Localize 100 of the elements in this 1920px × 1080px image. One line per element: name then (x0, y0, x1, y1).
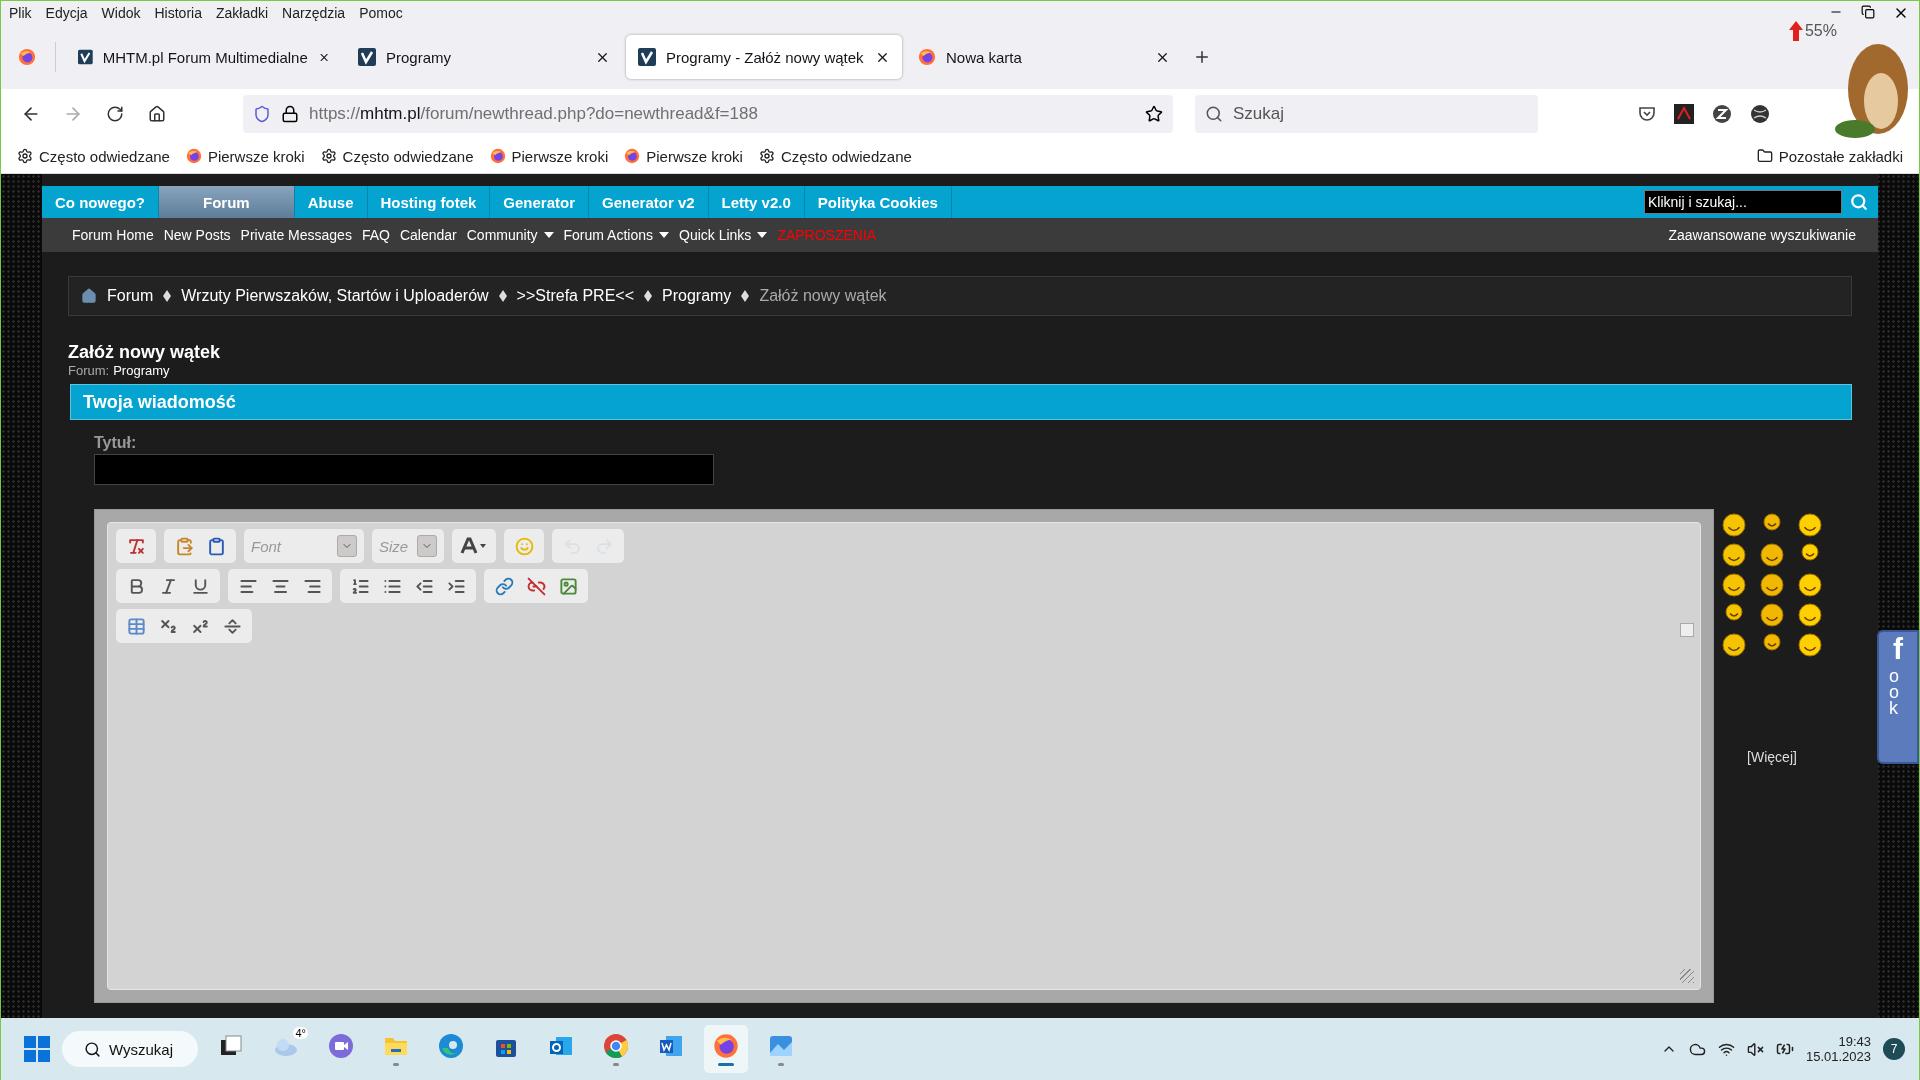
search-icon[interactable] (1850, 193, 1868, 211)
browser-tab[interactable]: Programy - Załóż nowy wątek (626, 35, 902, 79)
bookmark-item[interactable]: Często odwiedzane (17, 147, 170, 165)
firefox-icon (489, 148, 506, 164)
edge-icon (438, 1032, 464, 1059)
facebook-widget[interactable]: f ook (1877, 630, 1919, 764)
menu-item[interactable]: Widok (101, 5, 141, 21)
gear-icon (758, 148, 775, 164)
breadcrumb-link[interactable]: Forum (107, 287, 154, 305)
bookmark-item[interactable]: Pierwsze kroki (185, 147, 305, 165)
title-input-field[interactable] (94, 454, 714, 485)
smiley-icon (514, 536, 534, 556)
sub-nav-link[interactable]: Private Messages (240, 227, 352, 243)
smiley-icon[interactable] (1725, 603, 1743, 621)
browser-tab[interactable]: MHTM.pl Forum Multimedialne (66, 35, 342, 79)
sub-nav-link[interactable]: Calendar (399, 227, 457, 243)
new-tab-icon[interactable] (1193, 48, 1211, 66)
smiley-icon[interactable] (1722, 573, 1746, 597)
globe-icon[interactable] (1750, 104, 1770, 124)
sub-nav-link[interactable]: Forum Actions (563, 227, 669, 243)
firefox-icon (185, 148, 202, 164)
more-smilies-link[interactable]: [Więcej] (1747, 749, 1797, 765)
bookmark-item[interactable]: Często odwiedzane (758, 147, 912, 165)
smiley-icon[interactable] (1722, 633, 1746, 657)
smiley-icon[interactable] (1760, 573, 1784, 597)
separator-icon (644, 290, 652, 302)
firefox-icon (918, 48, 936, 66)
lock-icon[interactable] (281, 105, 299, 123)
video-chat-icon (328, 1032, 354, 1059)
sub-nav-link[interactable]: Community (466, 227, 554, 243)
bookmark-item[interactable]: Pierwsze kroki (489, 147, 609, 165)
table-icon (126, 616, 146, 636)
smiley-icon[interactable] (1722, 513, 1746, 537)
gear-icon (17, 148, 33, 164)
chrome-icon (603, 1032, 629, 1059)
percentage-text: 55% (1804, 22, 1837, 40)
bookmark-item[interactable]: Pierwsze kroki (624, 147, 743, 165)
title-label: Tytuł: (94, 434, 138, 452)
menu-item[interactable]: Zakładki (215, 5, 269, 21)
forum-name-link[interactable]: Programy (113, 363, 170, 378)
paste-icon (174, 536, 194, 556)
horizontal-rule-icon (222, 616, 242, 636)
arrow-up-icon (1788, 21, 1803, 41)
shield-icon[interactable] (253, 105, 271, 123)
separator-icon (741, 290, 750, 302)
firefox-icon (713, 1032, 739, 1059)
smiley-icon[interactable] (1801, 543, 1819, 561)
sub-nav-link[interactable]: Forum Home (72, 227, 154, 243)
browser-tab[interactable]: Programy (346, 35, 622, 79)
smiley-icon[interactable] (1798, 603, 1822, 627)
mute-icon[interactable] (1746, 1040, 1764, 1058)
menu-item[interactable]: Narzędzia (282, 5, 346, 21)
menu-item[interactable]: Plik (9, 5, 32, 21)
site-logo-icon (78, 48, 93, 66)
breadcrumb-link[interactable]: Programy (662, 287, 732, 305)
smiley-icon[interactable] (1760, 543, 1784, 567)
page-title: Załóż nowy wątek (68, 342, 222, 363)
site-logo-icon (358, 48, 376, 66)
advanced-search-link[interactable]: Zaawansowane wyszukiwanie (1668, 227, 1856, 243)
home-icon[interactable] (148, 105, 166, 123)
image-icon (558, 576, 578, 596)
taskbar-search-field[interactable]: Wyszukaj (62, 1031, 198, 1067)
forum-label: Forum: (68, 363, 110, 378)
smiley-icon[interactable] (1763, 633, 1781, 651)
browser-tab[interactable]: Nowa karta (906, 35, 1182, 79)
sub-nav-link[interactable]: Quick Links (679, 227, 768, 243)
sub-nav-link[interactable]: New Posts (163, 227, 231, 243)
folder-icon (1756, 148, 1773, 164)
taskbar-app[interactable]: 4° (264, 1025, 308, 1073)
smiley-icon[interactable] (1763, 513, 1781, 531)
resize-grip[interactable] (1680, 969, 1694, 983)
smiley-icon[interactable] (1798, 573, 1822, 597)
menu-item[interactable]: Edycja (45, 5, 88, 21)
smiley-icon[interactable] (1722, 543, 1746, 567)
restore-icon[interactable] (1861, 5, 1875, 19)
search-icon (84, 1040, 101, 1058)
search-field[interactable]: Szukaj (1195, 95, 1538, 133)
menu-item[interactable]: Historia (154, 5, 202, 21)
sub-nav-link[interactable]: FAQ (361, 227, 390, 243)
forum-search-field[interactable]: Kliknij i szukaj... (1644, 190, 1842, 214)
bookmark-star-icon[interactable] (1145, 105, 1163, 123)
start-icon[interactable] (23, 1035, 51, 1063)
address-field[interactable]: https://mhtm.pl/forum/newthread.php?do=newthread&f=188 (243, 95, 1173, 133)
smiley-icon[interactable] (1798, 633, 1822, 657)
bookmark-item[interactable]: Często odwiedzane (320, 147, 474, 165)
firefox-icon (18, 48, 36, 66)
bookmark-folder[interactable]: Pozostałe zakładki (1756, 147, 1903, 165)
firefox-icon (624, 148, 641, 164)
z-icon[interactable] (1712, 104, 1732, 124)
clock[interactable]: 19:43 15.01.2023 (1805, 1034, 1871, 1064)
breadcrumb-link[interactable]: Wrzuty Pierwszaków, Startów i Uploaderów (181, 287, 489, 305)
gear-icon (320, 148, 337, 164)
notification-badge[interactable]: 7 (1883, 1038, 1905, 1060)
smiley-icon[interactable] (1798, 513, 1822, 537)
breadcrumb-link[interactable]: >>Strefa PRE<< (516, 287, 634, 305)
smiley-icon[interactable] (1760, 603, 1784, 627)
separator-icon (498, 290, 507, 302)
pocket-icon[interactable] (1638, 105, 1656, 123)
reload-icon[interactable] (106, 105, 124, 123)
menu-item[interactable]: Pomoc (359, 5, 403, 21)
